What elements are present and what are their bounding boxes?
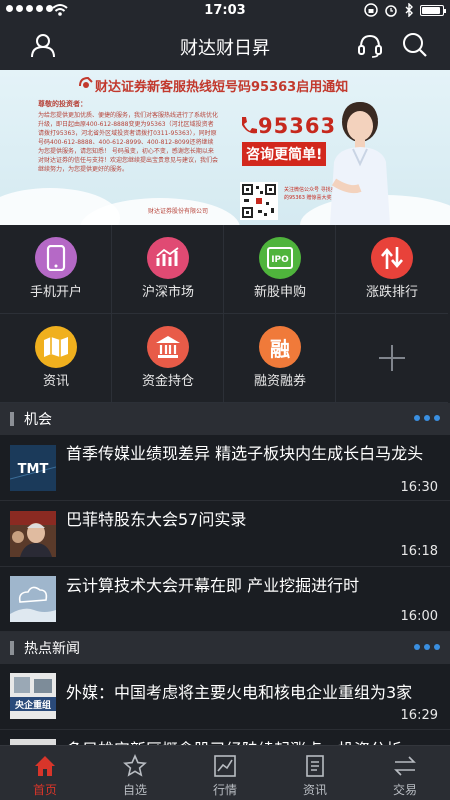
news-time: 16:18: [400, 544, 438, 559]
margin-glyph: 融: [270, 336, 290, 361]
tmt-thumb-text: TMT: [18, 462, 49, 477]
grid-item-add[interactable]: [336, 314, 448, 403]
section-header-hot-news: 热点新闻: [0, 632, 450, 664]
customer-service-icon[interactable]: [357, 33, 383, 59]
more-icon[interactable]: [414, 644, 440, 650]
letter-signature: 财达证券股份有限公司: [148, 208, 209, 215]
tab-news[interactable]: 资讯: [270, 746, 360, 800]
document-icon: [306, 755, 324, 777]
grid-item-news[interactable]: 资讯: [0, 314, 112, 403]
grid-item-label: 资金持仓: [141, 374, 194, 389]
svg-text:IPO: IPO: [271, 255, 289, 265]
star-icon: [123, 754, 147, 777]
map-icon: [35, 326, 77, 368]
lock-rotation-icon: [364, 3, 378, 17]
tab-bar: 首页 自选 行情 资讯 交易: [0, 745, 450, 800]
bank-icon: [147, 326, 189, 368]
qr-code-icon: [240, 182, 278, 220]
grid-item-ipo[interactable]: IPO 新股申购: [224, 225, 336, 314]
status-bar: 17:03: [0, 0, 450, 22]
letter-body: 为给您提供更加优质、便捷的服务，我们对客服热线进行了系统优化升级，即日起由原40…: [38, 112, 219, 173]
section-title: 热点新闻: [24, 641, 80, 657]
section-header-opportunity: 机会: [0, 403, 450, 435]
phone-icon: [35, 237, 77, 279]
letter-title: 尊敬的投资者：: [38, 100, 87, 108]
feature-grid: 手机开户 沪深市场 IPO 新股申购 涨跌排行 资讯 资金持仓 融 融资融券: [0, 225, 450, 403]
tab-watchlist[interactable]: 自选: [90, 746, 180, 800]
quote-chart-icon: [214, 755, 236, 777]
grid-item-mobile-account[interactable]: 手机开户: [0, 225, 112, 314]
brand-logo-icon: [79, 76, 93, 88]
section-title: 机会: [24, 412, 52, 428]
spokesperson-image: [330, 102, 390, 225]
news-item[interactable]: 云计算技术大会开幕在即 产业挖掘进行时 16:00: [0, 567, 450, 632]
soe-thumb-text: 央企重组: [15, 699, 51, 711]
news-item[interactable]: TMT 首季传媒业绩现差异 精选子板块内生成长白马龙头 16:30: [0, 435, 450, 501]
grid-item-label: 新股申购: [253, 285, 306, 300]
bluetooth-icon: [405, 3, 413, 17]
grid-item-market[interactable]: 沪深市场: [112, 225, 224, 314]
tab-label: 首页: [32, 783, 57, 797]
banner-letter: 尊敬的投资者： 为给您提供更加优质、便捷的服务，我们对客服热线进行了系统优化升级…: [38, 100, 218, 174]
news-item[interactable]: 央企重组 外媒：中国考虑将主要火电和核电企业重组为3家 16:29: [0, 664, 450, 730]
news-title: 巴菲特股东大会57问实录: [66, 510, 247, 529]
promo-banner[interactable]: 财达证券新客服热线短号码95363启用通知 尊敬的投资者： 为给您提供更加优质、…: [0, 70, 450, 225]
hotline-phone-icon: [242, 117, 257, 134]
cloud-thumb: [10, 576, 56, 622]
grid-item-label: 沪深市场: [141, 285, 194, 300]
tab-trade[interactable]: 交易: [360, 746, 450, 800]
ipo-icon: IPO: [259, 237, 301, 279]
plus-icon: [366, 332, 418, 384]
tmt-thumb: TMT: [10, 445, 56, 491]
news-title: 首季传媒业绩现差异 精选子板块内生成长白马龙头: [66, 444, 424, 463]
search-icon[interactable]: [402, 32, 428, 58]
banner-tagline: 咨询更简单!: [242, 142, 327, 166]
news-time: 16:00: [400, 609, 438, 624]
trade-arrows-icon: [394, 756, 416, 776]
tab-label: 自选: [122, 783, 147, 797]
grid-item-funds[interactable]: 资金持仓: [112, 314, 224, 403]
margin-icon: 融: [259, 326, 301, 368]
tab-quotes[interactable]: 行情: [180, 746, 270, 800]
market-chart-icon: [147, 237, 189, 279]
grid-item-margin[interactable]: 融 融资融券: [224, 314, 336, 403]
tab-label: 资讯: [302, 783, 327, 797]
up-down-arrows-icon: [371, 237, 413, 279]
home-icon: [35, 756, 55, 776]
grid-item-label: 融资融券: [253, 374, 306, 389]
battery-icon: [420, 4, 446, 16]
soe-restructure-thumb: 央企重组: [10, 673, 56, 719]
news-time: 16:30: [400, 480, 438, 495]
news-item[interactable]: 巴菲特股东大会57问实录 16:18: [0, 501, 450, 567]
news-time: 16:29: [400, 708, 438, 723]
tab-label: 行情: [212, 783, 237, 797]
grid-item-ranking[interactable]: 涨跌排行: [336, 225, 448, 314]
tab-label: 交易: [392, 783, 417, 797]
more-icon[interactable]: [414, 415, 440, 421]
grid-item-label: 手机开户: [29, 285, 82, 300]
grid-item-label: 资讯: [42, 374, 69, 389]
news-title: 外媒：中国考虑将主要火电和核电企业重组为3家: [66, 683, 413, 702]
news-title: 云计算技术大会开幕在即 产业挖掘进行时: [66, 576, 360, 595]
grid-item-label: 涨跌排行: [365, 285, 418, 300]
header: 财达财日昇: [0, 22, 450, 70]
buffett-thumb: [10, 511, 56, 557]
banner-headline: 财达证券新客服热线短号码95363启用通知: [95, 80, 349, 95]
alarm-icon: [385, 5, 397, 17]
tab-home[interactable]: 首页: [0, 746, 90, 800]
